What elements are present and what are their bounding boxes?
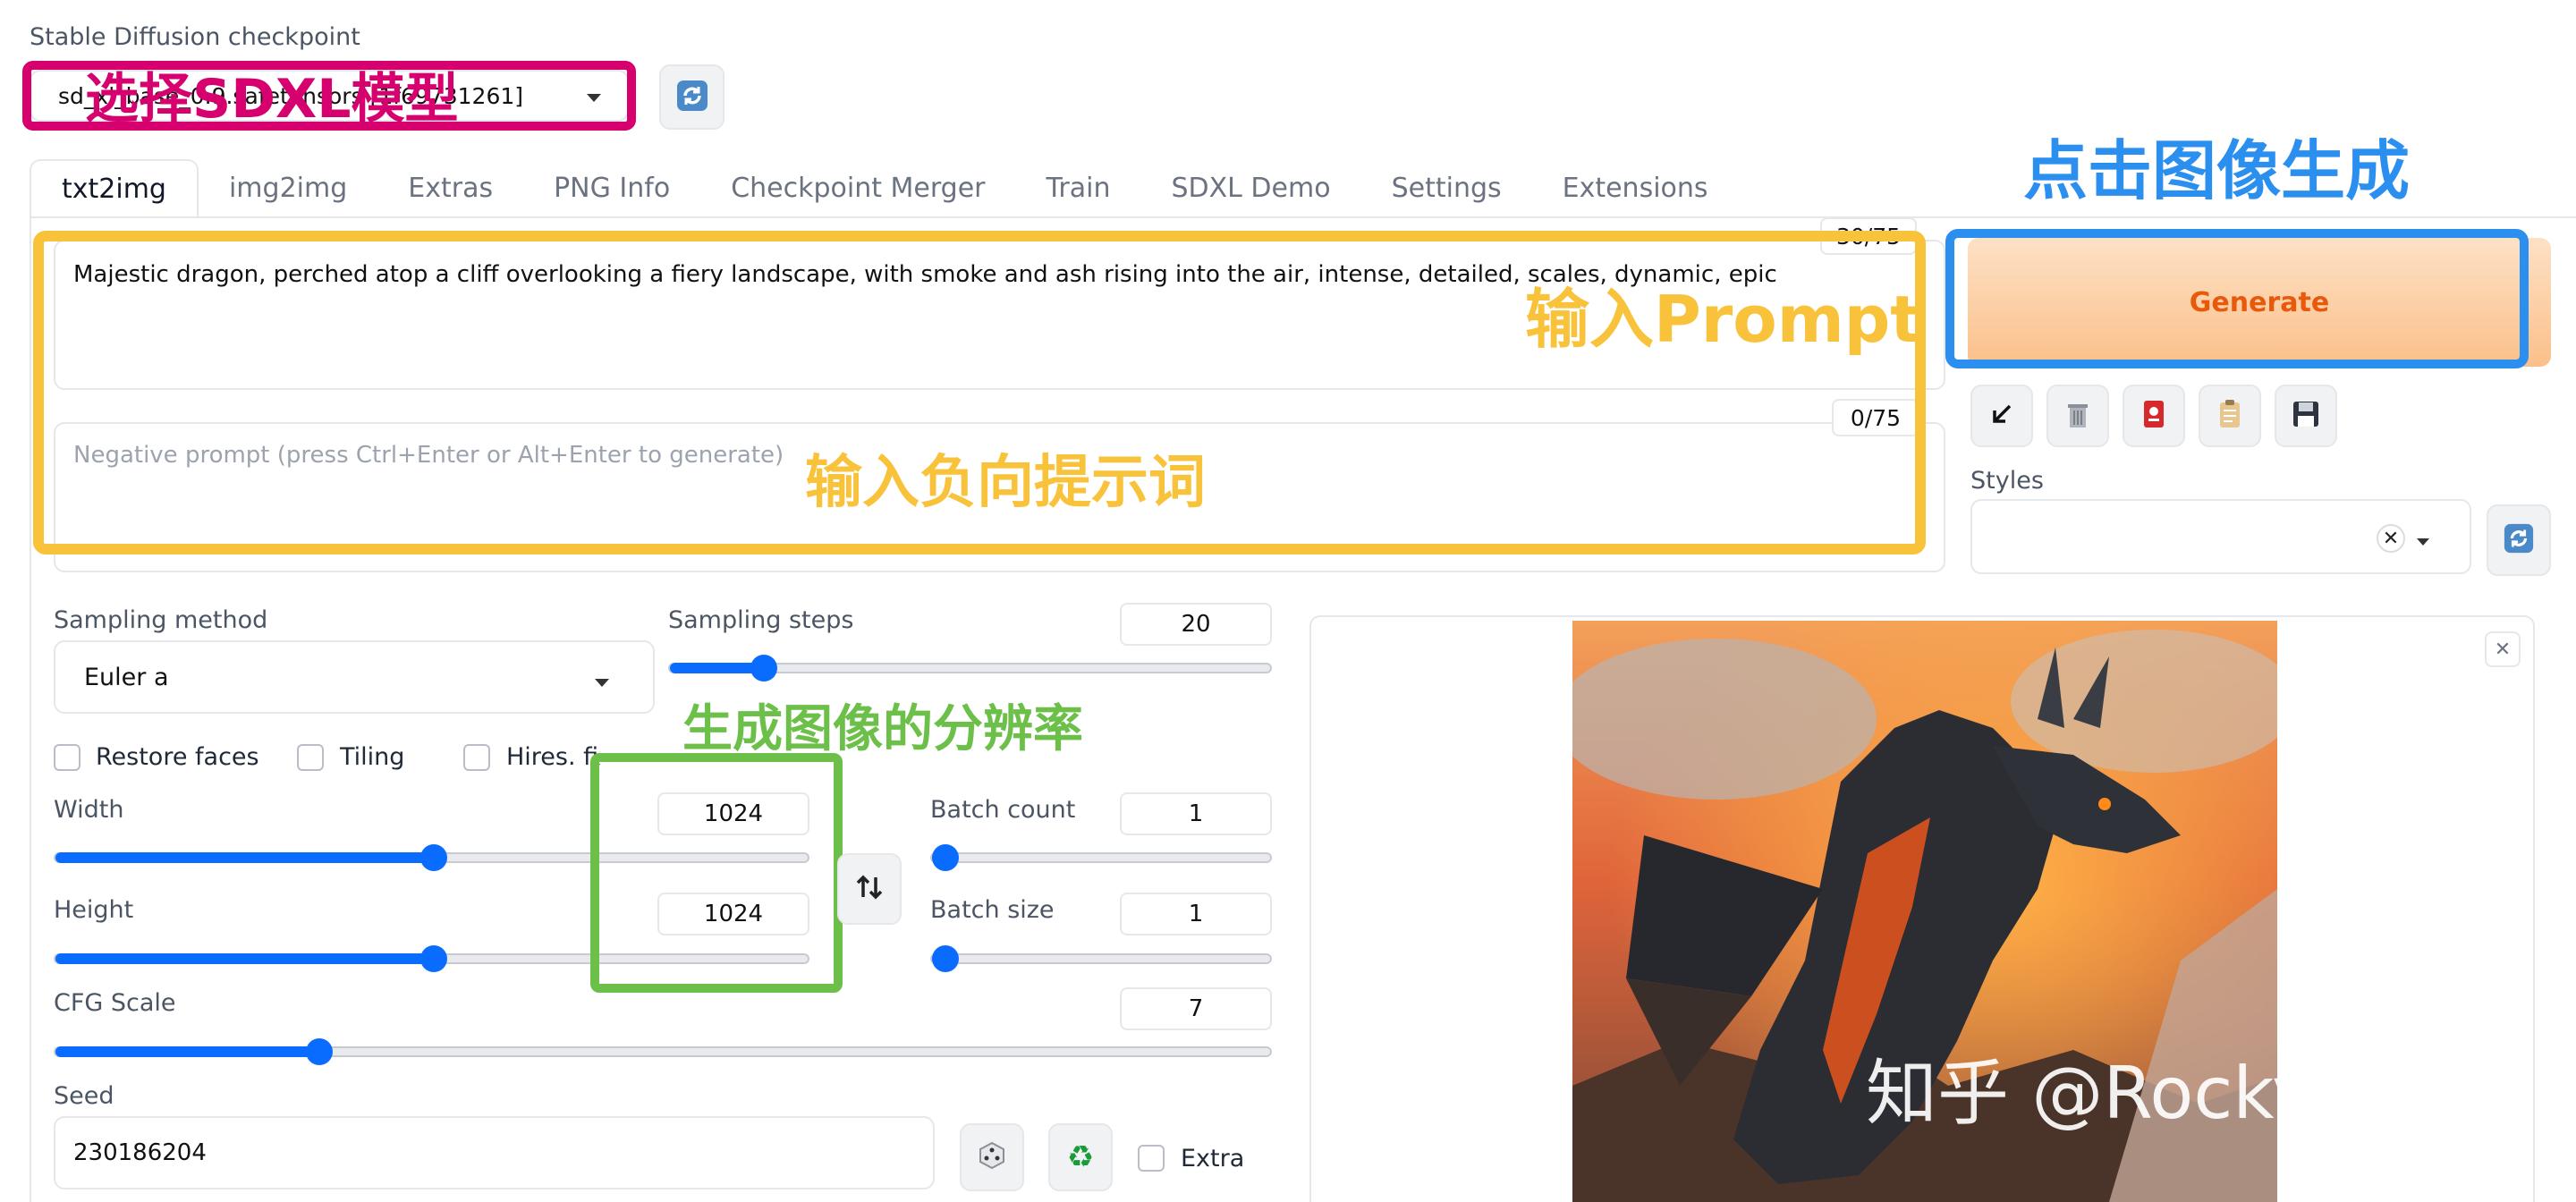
tiling-label: Tiling bbox=[340, 743, 405, 771]
read-params-button[interactable] bbox=[1970, 385, 2033, 447]
tab-png-info[interactable]: PNG Info bbox=[523, 159, 700, 216]
tab-bar: txt2img img2img Extras PNG Info Checkpoi… bbox=[30, 159, 1739, 216]
height-label: Height bbox=[54, 896, 134, 924]
slider-thumb[interactable] bbox=[750, 655, 777, 681]
chevron-down-icon bbox=[594, 674, 610, 691]
restore-faces-label: Restore faces bbox=[96, 743, 259, 771]
slider-thumb[interactable] bbox=[420, 844, 447, 871]
swap-dimensions-button[interactable] bbox=[837, 853, 902, 925]
extra-seed-checkbox[interactable] bbox=[1138, 1145, 1165, 1172]
tab-train[interactable]: Train bbox=[1016, 159, 1141, 216]
slider-thumb[interactable] bbox=[932, 945, 959, 972]
dice-icon bbox=[977, 1140, 1007, 1174]
clear-prompt-button[interactable] bbox=[2046, 385, 2109, 447]
slider-fill bbox=[55, 852, 434, 863]
refresh-icon bbox=[2503, 522, 2535, 558]
tab-extras[interactable]: Extras bbox=[377, 159, 523, 216]
extra-seed-label: Extra bbox=[1181, 1145, 1245, 1172]
tab-txt2img[interactable]: txt2img bbox=[30, 159, 199, 216]
arrow-down-left-icon bbox=[1988, 401, 2015, 431]
slider-thumb[interactable] bbox=[420, 945, 447, 972]
tab-sdxl-demo[interactable]: SDXL Demo bbox=[1140, 159, 1360, 216]
hires-fix-label: Hires. fix bbox=[506, 743, 600, 771]
clipboard-icon bbox=[2217, 399, 2242, 433]
annotation-resolution: 生成图像的分辨率 bbox=[682, 700, 1083, 758]
checkpoint-label: Stable Diffusion checkpoint bbox=[30, 23, 360, 51]
tab-img2img[interactable]: img2img bbox=[199, 159, 377, 216]
cfg-scale-input[interactable]: 7 bbox=[1120, 987, 1272, 1030]
output-gallery: ✕ 知乎 @Rocky Ding bbox=[1309, 615, 2535, 1202]
hires-fix-checkbox[interactable] bbox=[463, 744, 490, 771]
slider-fill bbox=[55, 1046, 319, 1057]
sampling-method-select[interactable]: Euler a bbox=[54, 640, 655, 714]
close-icon[interactable]: ✕ bbox=[2485, 631, 2521, 667]
slider-fill bbox=[55, 953, 434, 964]
cfg-scale-slider[interactable] bbox=[54, 1038, 1272, 1065]
seed-value: 230186204 bbox=[73, 1139, 207, 1166]
refresh-checkpoint-button[interactable] bbox=[659, 64, 724, 130]
reuse-seed-button[interactable]: ♻ bbox=[1048, 1123, 1113, 1191]
slider-thumb[interactable] bbox=[932, 844, 959, 871]
slider-thumb[interactable] bbox=[306, 1038, 333, 1065]
batch-size-label: Batch size bbox=[930, 896, 1055, 924]
sampling-steps-slider[interactable] bbox=[668, 655, 1272, 681]
save-icon bbox=[2292, 400, 2320, 432]
batch-size-input[interactable]: 1 bbox=[1120, 893, 1272, 935]
cfg-scale-label: CFG Scale bbox=[54, 989, 176, 1017]
chevron-down-icon bbox=[2416, 533, 2430, 550]
trash-icon bbox=[2064, 399, 2091, 433]
extra-networks-button[interactable] bbox=[2123, 385, 2185, 447]
generate-highlight bbox=[1945, 229, 2529, 368]
prompt-highlight bbox=[33, 231, 1926, 554]
batch-size-slider[interactable] bbox=[930, 945, 1272, 972]
save-style-button[interactable] bbox=[2275, 385, 2337, 447]
apply-style-button[interactable] bbox=[2199, 385, 2261, 447]
seed-input[interactable]: 230186204 bbox=[54, 1116, 935, 1189]
styles-dropdown[interactable]: ✕ bbox=[1970, 499, 2471, 574]
tab-extensions[interactable]: Extensions bbox=[1532, 159, 1739, 216]
sampling-method-label: Sampling method bbox=[54, 606, 268, 634]
random-seed-button[interactable] bbox=[960, 1123, 1024, 1191]
tab-checkpoint-merger[interactable]: Checkpoint Merger bbox=[700, 159, 1015, 216]
batch-count-slider[interactable] bbox=[930, 844, 1272, 871]
resolution-highlight bbox=[590, 753, 843, 993]
sampling-steps-label: Sampling steps bbox=[668, 606, 854, 634]
restore-faces-checkbox[interactable] bbox=[54, 744, 80, 771]
recycle-icon: ♻ bbox=[1066, 1139, 1095, 1175]
batch-count-label: Batch count bbox=[930, 796, 1076, 824]
sampling-steps-input[interactable]: 20 bbox=[1120, 603, 1272, 646]
watermark: 知乎 @Rocky Ding bbox=[1866, 1052, 2503, 1135]
clear-styles-icon[interactable]: ✕ bbox=[2377, 524, 2405, 553]
annotation-select-model: 选择SDXL模型 bbox=[85, 68, 459, 131]
seed-label: Seed bbox=[54, 1082, 114, 1110]
sampling-method-value: Euler a bbox=[84, 663, 169, 691]
red-card-icon bbox=[2141, 399, 2166, 433]
swap-icon bbox=[854, 872, 885, 906]
annotation-click-generate: 点击图像生成 bbox=[2023, 133, 2411, 208]
batch-count-input[interactable]: 1 bbox=[1120, 792, 1272, 835]
width-label: Width bbox=[54, 796, 124, 824]
refresh-styles-button[interactable] bbox=[2487, 504, 2551, 576]
refresh-icon bbox=[675, 79, 709, 116]
tab-settings[interactable]: Settings bbox=[1361, 159, 1532, 216]
styles-label: Styles bbox=[1970, 467, 2044, 495]
tiling-checkbox[interactable] bbox=[297, 744, 324, 771]
